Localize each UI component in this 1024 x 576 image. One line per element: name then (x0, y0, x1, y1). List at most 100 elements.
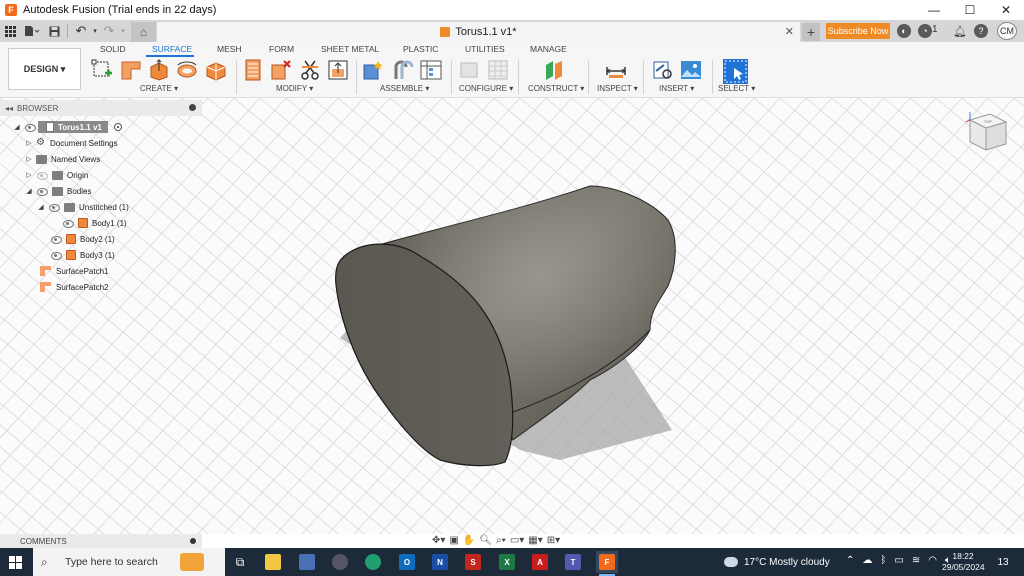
construct-group-label[interactable]: CONSTRUCT ▾ (528, 84, 584, 93)
tree-item-body2[interactable]: Body2 (1) (48, 231, 115, 247)
insert-derive-icon[interactable] (652, 59, 674, 81)
tree-item-bodies[interactable]: ◢ Bodies (24, 183, 91, 199)
tab-plastic[interactable]: PLASTIC (403, 44, 438, 54)
tab-sheet-metal[interactable]: SHEET METAL (321, 44, 379, 54)
notification-center-button[interactable]: 13 (994, 553, 1012, 571)
undo-icon[interactable]: ↶ (71, 22, 91, 40)
tree-item-document-settings[interactable]: ▷ ⚙ Document Settings (24, 135, 117, 151)
canvas-viewport[interactable] (0, 98, 1024, 534)
modify-group-label[interactable]: MODIFY ▾ (276, 84, 313, 93)
expand-arrow-icon[interactable]: ◢ (12, 123, 22, 131)
offset-plane-icon[interactable] (543, 59, 565, 81)
visibility-eye-icon[interactable] (24, 123, 36, 132)
outlook-icon[interactable]: O (396, 551, 418, 573)
visibility-eye-icon[interactable] (62, 219, 74, 228)
task-view-icon[interactable]: ⧉ (229, 551, 251, 573)
activate-radio[interactable] (113, 123, 122, 131)
grid-settings-icon[interactable]: ▦▾ (528, 535, 542, 546)
patch-icon[interactable] (120, 59, 142, 81)
tray-chevron-icon[interactable]: ⌃ (846, 555, 854, 566)
visibility-eye-icon[interactable] (36, 171, 48, 180)
comments-panel[interactable]: COMMENTS (0, 534, 202, 548)
app-icon-1[interactable] (296, 551, 318, 573)
expand-arrow-icon[interactable]: ▷ (24, 155, 34, 163)
view-cube[interactable]: TOP (966, 110, 1010, 156)
excel-icon[interactable]: X (496, 551, 518, 573)
tree-root[interactable]: ◢ Torus1.1 v1 (12, 119, 122, 135)
notifications-bell-icon[interactable]: 🔔︎ (953, 24, 967, 38)
create-sketch-icon[interactable] (91, 59, 113, 81)
insert-canvas-icon[interactable] (680, 59, 702, 81)
pin-icon[interactable] (189, 104, 196, 111)
onedrive-icon[interactable]: ☁ (862, 555, 872, 566)
acrobat-icon[interactable]: A (529, 551, 551, 573)
visibility-eye-icon[interactable] (50, 235, 62, 244)
tree-item-surfacepatch2[interactable]: SurfacePatch2 (38, 279, 108, 295)
press-pull-icon[interactable] (242, 59, 264, 81)
app-icon-2[interactable] (329, 551, 351, 573)
undo-dropdown-icon[interactable]: ▾ (91, 22, 99, 40)
tree-item-body1[interactable]: Body1 (1) (60, 215, 127, 231)
expand-arrow-icon[interactable]: ◢ (24, 187, 34, 195)
app-grid-icon[interactable] (0, 22, 20, 40)
visibility-eye-icon[interactable] (36, 187, 48, 196)
new-tab-button[interactable]: + (802, 23, 820, 41)
browser-header[interactable]: ◂◂ BROWSER (0, 100, 202, 116)
wifi-icon[interactable]: ◠ (928, 555, 937, 566)
pin-icon[interactable] (190, 538, 196, 544)
subscribe-button[interactable]: Subscribe Now (826, 23, 890, 39)
zoom-icon[interactable]: 🔍︎ (479, 535, 492, 546)
tab-manage[interactable]: MANAGE (530, 44, 567, 54)
taskbar-search[interactable]: ⌕ Type here to search (33, 548, 225, 576)
visibility-eye-icon[interactable] (48, 203, 60, 212)
display-settings-icon[interactable]: ▭▾ (510, 535, 524, 546)
file-menu-icon[interactable] (20, 22, 44, 40)
trim-icon[interactable] (299, 59, 321, 81)
tree-item-body3[interactable]: Body3 (1) (48, 247, 115, 263)
extensions-icon[interactable]: ◐ (897, 24, 911, 38)
collapse-panel-icon[interactable]: ◂◂ (5, 104, 13, 113)
visibility-eye-icon[interactable] (50, 251, 62, 260)
configure-table-icon[interactable] (458, 59, 480, 81)
model-body[interactable] (0, 98, 1024, 534)
extrude-icon[interactable] (148, 59, 170, 81)
network-icon[interactable]: ≋ (912, 555, 920, 566)
inspect-group-label[interactable]: INSPECT ▾ (597, 84, 638, 93)
root-component[interactable]: Torus1.1 v1 (38, 121, 108, 133)
insert-group-label[interactable]: INSERT ▾ (659, 84, 694, 93)
tree-item-named-views[interactable]: ▷ Named Views (24, 151, 100, 167)
start-button[interactable] (0, 548, 30, 576)
bluetooth-icon[interactable]: ᛒ (880, 555, 886, 566)
tab-form[interactable]: FORM (269, 44, 294, 54)
user-avatar[interactable]: CM (997, 22, 1017, 40)
fusion-taskbar-icon[interactable]: F (596, 551, 618, 573)
redo-dropdown-icon[interactable]: ▾ (119, 22, 127, 40)
expand-arrow-icon[interactable]: ◢ (36, 203, 46, 211)
tab-mesh[interactable]: MESH (217, 44, 242, 54)
minimize-button[interactable]: — (916, 0, 952, 20)
orbit-icon[interactable]: ✥▾ (432, 535, 445, 546)
document-tab[interactable]: Torus1.1 v1* ✕ (157, 22, 800, 42)
new-component-icon[interactable] (362, 59, 384, 81)
configure-rules-icon[interactable] (487, 59, 509, 81)
tab-close-button[interactable]: ✕ (785, 25, 794, 38)
look-at-icon[interactable]: ▣ (449, 535, 458, 546)
as-built-joint-icon[interactable] (420, 59, 442, 81)
delete-face-icon[interactable] (270, 59, 292, 81)
tab-utilities[interactable]: UTILITIES (465, 44, 505, 54)
joint-icon[interactable] (392, 59, 414, 81)
select-group-label[interactable]: SELECT ▾ (718, 84, 755, 93)
save-icon[interactable] (44, 22, 64, 40)
battery-icon[interactable]: ▭ (894, 555, 903, 566)
create-group-label[interactable]: CREATE ▾ (140, 84, 178, 93)
expand-arrow-icon[interactable]: ▷ (24, 139, 34, 147)
revolve-icon[interactable] (176, 59, 198, 81)
weather-widget[interactable]: 17°C Mostly cloudy (724, 553, 830, 571)
close-button[interactable]: ✕ (988, 0, 1024, 20)
extend-icon[interactable] (327, 59, 349, 81)
app-icon-n[interactable]: N (429, 551, 451, 573)
configure-group-label[interactable]: CONFIGURE ▾ (459, 84, 513, 93)
tree-item-origin[interactable]: ▷ Origin (24, 167, 88, 183)
app-icon-sw[interactable]: S (462, 551, 484, 573)
sweep-icon[interactable] (205, 59, 227, 81)
